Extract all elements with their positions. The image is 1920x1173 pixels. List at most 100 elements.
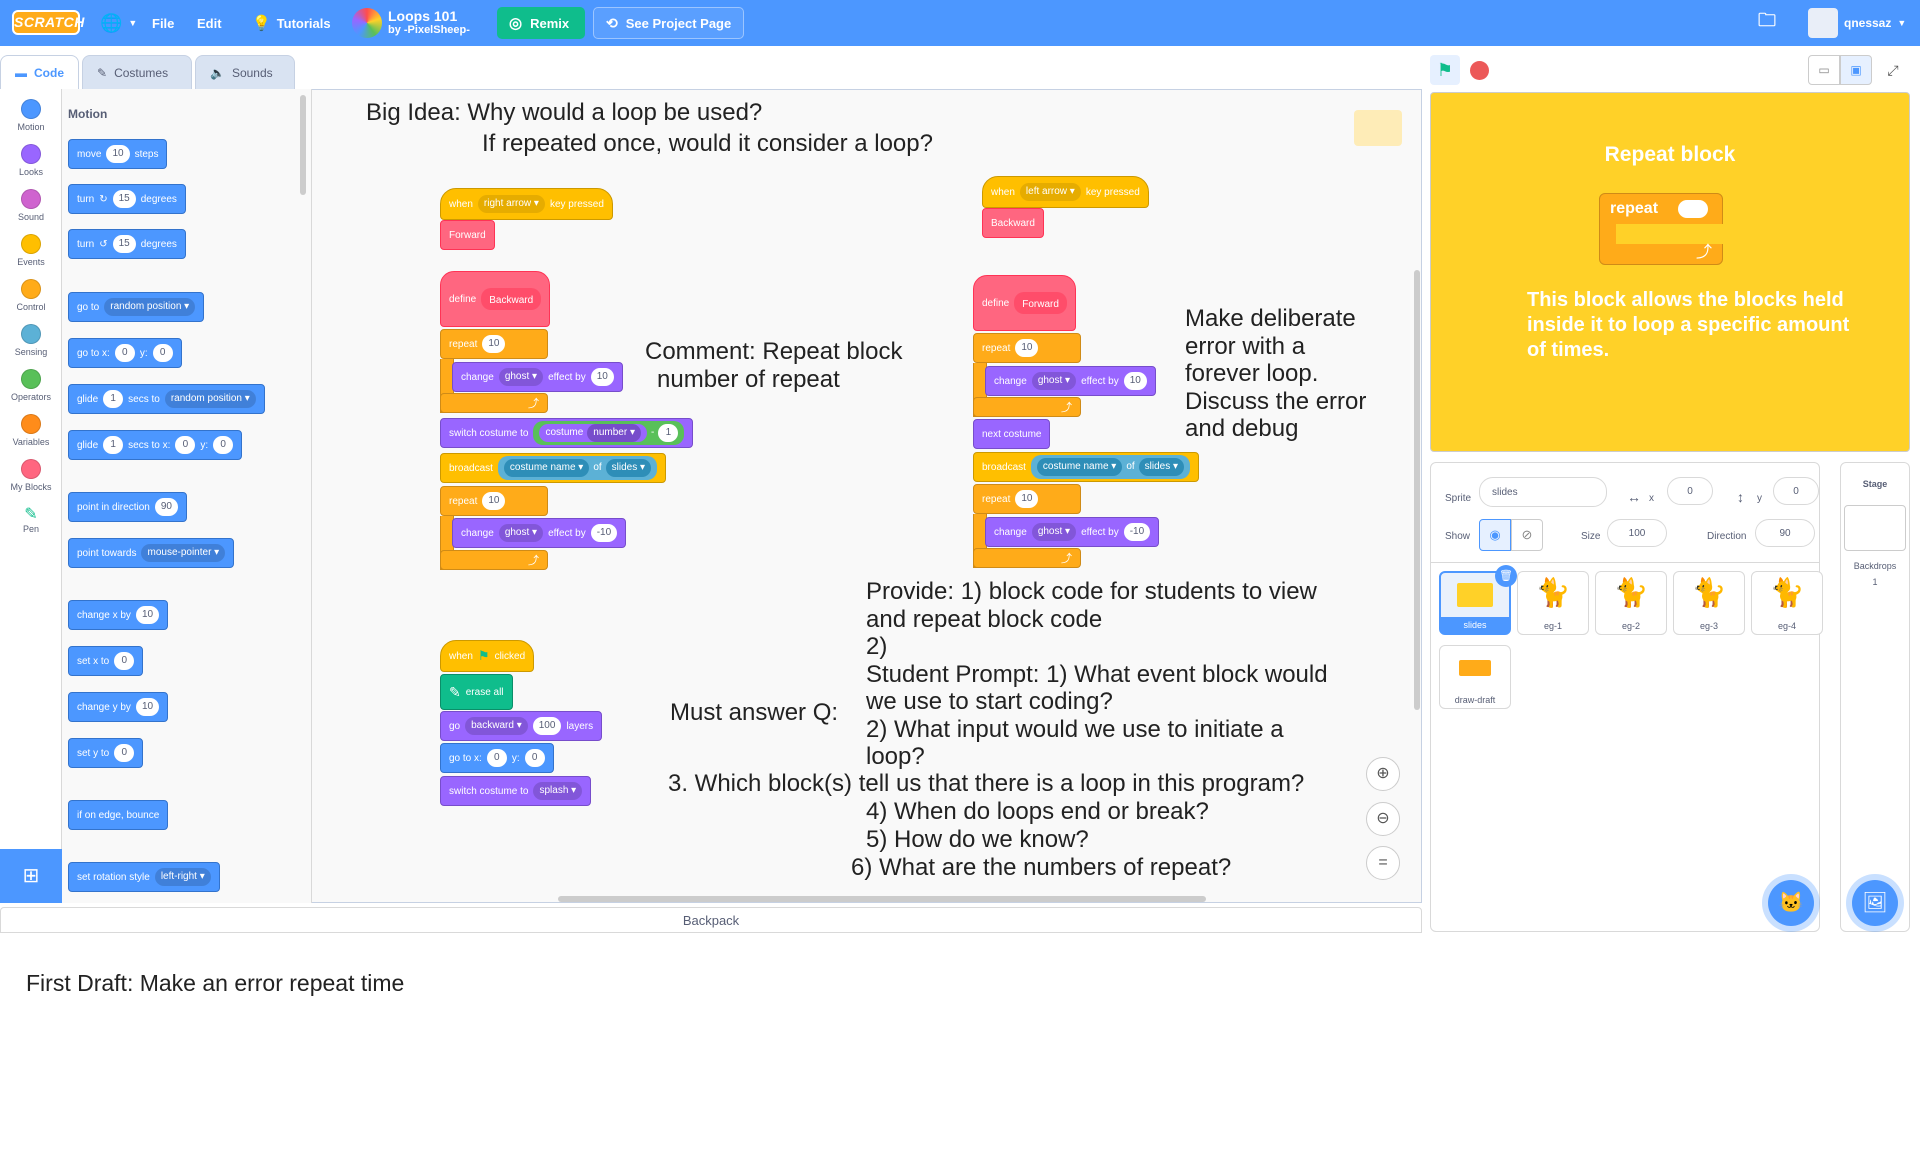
broadcast-block[interactable]: broadcast costume name ▾ of slides ▾: [440, 453, 667, 483]
glide-xy-block[interactable]: glide 1 secs to x: 0 y: 0: [68, 430, 243, 460]
category-events[interactable]: Events: [0, 234, 62, 267]
category-sensing[interactable]: Sensing: [0, 324, 62, 357]
folder-icon[interactable]: 🗀: [1758, 0, 1776, 46]
category-control[interactable]: Control: [0, 279, 62, 312]
stop-button[interactable]: [1470, 61, 1489, 80]
blk-input[interactable]: 10: [135, 606, 160, 624]
stage-canvas[interactable]: Repeat block repeat ⤴ This block allows …: [1430, 92, 1910, 452]
point-towards-block[interactable]: point towards mouse-pointer ▾: [68, 538, 235, 568]
category-sound[interactable]: Sound: [0, 189, 62, 222]
scratch-logo[interactable]: SCRATCH: [12, 10, 84, 35]
blk-input[interactable]: 15: [112, 190, 136, 208]
choose-backdrop-button[interactable]: 🖼: [1852, 880, 1898, 926]
backward-call-block[interactable]: Backward: [982, 208, 1044, 238]
blk-input[interactable]: 10: [1015, 339, 1039, 357]
blk-dropdown[interactable]: left arrow ▾: [1019, 183, 1081, 201]
switch-costume-block[interactable]: switch costume to splash ▾: [440, 776, 592, 806]
blk-reporter[interactable]: costume number ▾: [539, 424, 647, 442]
y-input[interactable]: 0: [1773, 477, 1819, 505]
define-backward-block[interactable]: define Backward: [440, 271, 551, 327]
zoom-reset-button[interactable]: =: [1366, 846, 1400, 880]
project-title[interactable]: Loops 101: [388, 9, 470, 23]
sprite-thumb-eg2[interactable]: 🐈 eg-2: [1595, 571, 1667, 635]
see-project-page-button[interactable]: ⟲ See Project Page: [593, 7, 745, 39]
blk-input[interactable]: 0: [524, 749, 545, 767]
add-extension-button[interactable]: ⊞: [0, 849, 62, 903]
category-pen[interactable]: ✎ Pen: [0, 504, 62, 534]
define-forward-block[interactable]: define Forward: [973, 275, 1076, 331]
category-my-blocks[interactable]: My Blocks: [0, 459, 62, 492]
small-stage-button[interactable]: ▭: [1808, 55, 1840, 85]
large-stage-button[interactable]: ▣: [1840, 55, 1872, 85]
sprite-name-input[interactable]: slides: [1479, 477, 1607, 507]
when-key-pressed-block[interactable]: when right arrow ▾ key pressed: [440, 188, 613, 220]
blk-input[interactable]: 100: [532, 717, 562, 735]
blk-dropdown[interactable]: ghost ▾: [498, 524, 544, 542]
forward-call-block[interactable]: Forward: [440, 220, 495, 250]
remix-button[interactable]: ◎ Remix: [497, 7, 585, 39]
change-effect-block[interactable]: change ghost ▾ effect by -10: [985, 517, 1160, 547]
goto-xy-block[interactable]: go to x: 0 y: 0: [68, 338, 182, 368]
sprite-thumb-eg4[interactable]: 🐈 eg-4: [1751, 571, 1823, 635]
project-title-area[interactable]: Loops 101 by -PixelSheep-: [352, 0, 470, 46]
blk-dropdown[interactable]: right arrow ▾: [477, 195, 545, 213]
stage-pane[interactable]: Stage Backdrops 1: [1840, 462, 1910, 932]
edge-bounce-block[interactable]: if on edge, bounce: [68, 800, 169, 830]
sensing-reporter[interactable]: costume name ▾ of slides ▾: [1030, 455, 1191, 479]
blk-input[interactable]: 10: [482, 492, 506, 510]
blk-dropdown[interactable]: random position ▾: [104, 298, 196, 316]
blk-input[interactable]: 1: [103, 390, 124, 408]
change-x-block[interactable]: change x by 10: [68, 600, 169, 630]
category-looks[interactable]: Looks: [0, 144, 62, 177]
green-flag-button[interactable]: ⚑: [1430, 55, 1460, 85]
broadcast-block[interactable]: broadcast costume name ▾ of slides ▾: [973, 452, 1200, 482]
blk-input[interactable]: 0: [114, 652, 135, 670]
zoom-in-button[interactable]: ⊕: [1366, 757, 1400, 791]
file-menu[interactable]: File: [152, 0, 174, 46]
next-costume-block[interactable]: next costume: [973, 419, 1051, 449]
blk-input[interactable]: 0: [175, 436, 196, 454]
size-input[interactable]: 100: [1607, 519, 1667, 547]
repeat-block[interactable]: repeat 10: [440, 486, 548, 516]
blk-input[interactable]: -10: [590, 524, 618, 542]
account-menu[interactable]: qnessaz ▼: [1808, 0, 1906, 46]
blk-input[interactable]: 0: [486, 749, 507, 767]
repeat-block[interactable]: repeat 10: [973, 484, 1081, 514]
zoom-out-button[interactable]: ⊖: [1366, 802, 1400, 836]
project-author[interactable]: by -PixelSheep-: [388, 23, 470, 37]
blk-dropdown[interactable]: mouse-pointer ▾: [141, 544, 226, 562]
when-flag-clicked-block[interactable]: when ⚑ clicked: [440, 640, 535, 672]
sprite-thumb-slides[interactable]: slides 🗑: [1439, 565, 1517, 635]
goto-xy-block[interactable]: go to x: 0 y: 0: [440, 743, 554, 773]
blk-dropdown[interactable]: backward ▾: [465, 717, 528, 735]
blk-input[interactable]: 10: [135, 698, 160, 716]
blk-proto[interactable]: Forward: [1014, 292, 1067, 314]
blk-input[interactable]: 10: [590, 368, 614, 386]
language-menu[interactable]: 🌐 ▼: [100, 0, 137, 46]
category-operators[interactable]: Operators: [0, 369, 62, 402]
blk-dropdown[interactable]: number ▾: [587, 424, 641, 442]
fullscreen-button[interactable]: ⤢: [1878, 55, 1908, 85]
set-y-block[interactable]: set y to 0: [68, 738, 144, 768]
tab-sounds[interactable]: 🔈 Sounds: [195, 55, 295, 89]
blk-input[interactable]: -10: [1123, 523, 1151, 541]
repeat-block[interactable]: repeat 10: [440, 329, 548, 359]
sprite-thumb-eg3[interactable]: 🐈 eg-3: [1673, 571, 1745, 635]
show-hidden-button[interactable]: ⊘: [1511, 519, 1543, 551]
delete-sprite-button[interactable]: 🗑: [1495, 565, 1517, 587]
tutorials-menu[interactable]: 💡 Tutorials: [252, 0, 331, 46]
blk-input[interactable]: 1: [658, 424, 679, 442]
direction-input[interactable]: 90: [1755, 519, 1815, 547]
tab-costumes[interactable]: ✎ Costumes: [82, 55, 192, 89]
blk-input[interactable]: 0: [152, 344, 173, 362]
sprite-thumb-eg1[interactable]: 🐈 eg-1: [1517, 571, 1589, 635]
blk-input[interactable]: 0: [114, 344, 135, 362]
turn-left-block[interactable]: turn ↺ 15 degrees: [68, 229, 186, 259]
category-motion[interactable]: Motion: [0, 99, 62, 132]
category-variables[interactable]: Variables: [0, 414, 62, 447]
choose-sprite-button[interactable]: 🐱: [1768, 880, 1814, 926]
blk-proto[interactable]: Backward: [481, 288, 542, 310]
blk-dropdown[interactable]: costume name ▾: [1036, 458, 1123, 476]
backpack[interactable]: Backpack: [0, 907, 1422, 933]
blk-input[interactable]: 10: [106, 145, 130, 163]
